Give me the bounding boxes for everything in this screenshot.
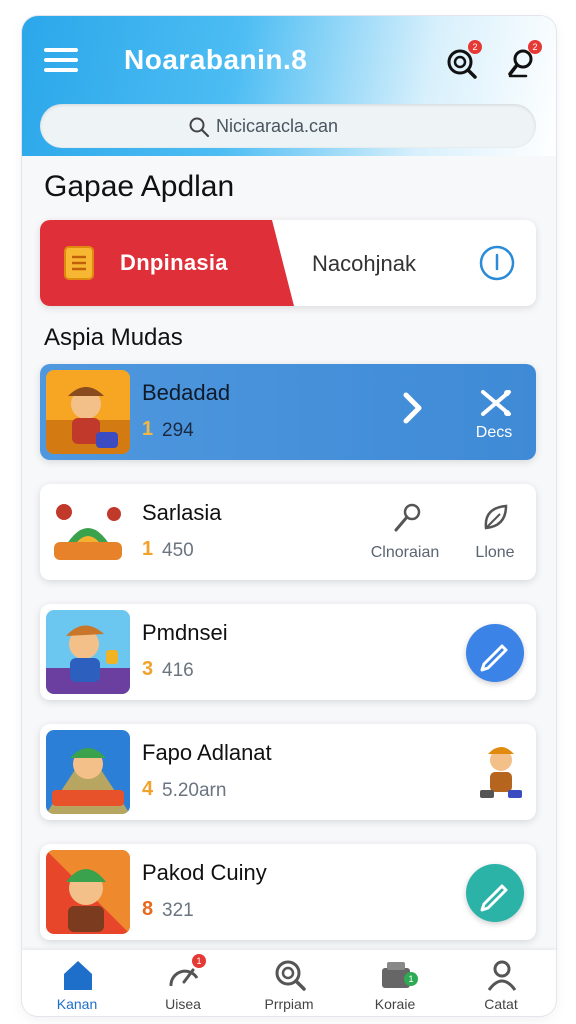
game-rank: 1	[142, 418, 154, 440]
nav-item-inbox[interactable]: 1 Koraie	[342, 950, 448, 1016]
game-count: 294	[162, 420, 194, 441]
game-card[interactable]: Pmdnsei 3 416	[40, 604, 536, 700]
nav-label: Kanan	[56, 996, 98, 1012]
section-subtitle: Aspia Mudas	[44, 324, 183, 351]
game-thumbnail	[46, 850, 130, 934]
hamburger-menu-icon[interactable]	[44, 48, 78, 74]
game-card[interactable]: Pakod Cuiny 8 321	[40, 844, 536, 940]
game-rank: 1	[142, 538, 154, 560]
nav-item-gauge[interactable]: 1 Uisea	[130, 950, 236, 1016]
home-icon	[64, 961, 92, 990]
nav-item-profile[interactable]: Catat	[448, 950, 554, 1016]
nav-item-home[interactable]: Kanan	[24, 950, 130, 1016]
bottom-nav: Kanan 1 Uisea Prrpiam 1 Koraie Catat	[22, 950, 556, 1016]
nav-label: Koraie	[374, 996, 416, 1012]
tab-active[interactable]: Dnpinasia	[40, 220, 294, 306]
game-count: 416	[162, 660, 194, 681]
app-header: Noarabanin.8 2 2	[22, 16, 556, 156]
game-name: Sarlasia	[142, 500, 222, 525]
game-name: Pmdnsei	[142, 620, 228, 645]
info-icon[interactable]	[478, 244, 516, 282]
pencil-icon	[480, 884, 508, 912]
action-label: Decs	[475, 424, 513, 441]
edit-fab-button[interactable]	[466, 864, 524, 922]
tab-inactive-label: Nacohjnak	[312, 251, 416, 276]
shuffle-icon[interactable]	[480, 388, 512, 418]
pencil-icon	[480, 644, 508, 672]
game-rank: 8	[142, 898, 154, 920]
game-thumbnail	[46, 610, 130, 694]
game-thumbnail	[46, 370, 130, 454]
game-name: Fapo Adlanat	[142, 740, 272, 765]
search-input[interactable]	[216, 104, 516, 148]
game-count: 5.20arn	[162, 780, 227, 801]
profile-icon	[487, 960, 517, 991]
tab-active-label: Dnpinasia	[120, 250, 228, 275]
game-name: Pakod Cuiny	[142, 860, 267, 885]
game-name: Bedadad	[142, 380, 231, 405]
search-icon	[189, 117, 210, 138]
notification-badge: 2	[468, 40, 482, 54]
notification-badge: 2	[528, 40, 542, 54]
nav-label: Prrpiam	[264, 996, 314, 1012]
nav-item-search[interactable]: Prrpiam	[236, 950, 342, 1016]
leaf-icon[interactable]	[480, 502, 510, 534]
game-count: 321	[162, 900, 194, 921]
game-rank: 4	[142, 778, 154, 800]
game-card[interactable]: Bedadad 1 294 Decs	[40, 364, 536, 460]
character-icon	[480, 747, 522, 798]
game-count: 450	[162, 540, 194, 561]
edit-fab-button[interactable]	[466, 624, 524, 682]
app-title: Noarabanin.8	[124, 44, 308, 75]
game-rank: 3	[142, 658, 154, 680]
document-icon	[64, 246, 94, 280]
nav-label: Uisea	[165, 996, 201, 1012]
app-frame: Noarabanin.8 2 2 Gapae Apd	[22, 16, 556, 1016]
nav-label: Catat	[484, 996, 518, 1012]
chevron-right-icon[interactable]	[402, 392, 424, 424]
game-thumbnail	[46, 730, 130, 814]
action-label: Llone	[475, 544, 515, 561]
game-card[interactable]: Sarlasia 1 450 Clnoraian Llone	[40, 484, 536, 580]
notification-icon[interactable]: 2	[504, 40, 542, 80]
game-card[interactable]: Fapo Adlanat 4 5.20arn	[40, 724, 536, 820]
nav-badge: 1	[404, 972, 418, 986]
search-bar[interactable]	[40, 104, 536, 148]
category-tabs: Dnpinasia Nacohjnak	[40, 220, 536, 306]
game-thumbnail	[46, 490, 130, 574]
key-icon[interactable]	[392, 502, 422, 534]
page-title: Gapae Apdlan	[44, 170, 235, 203]
search-target-icon[interactable]: 2	[444, 40, 482, 80]
search-icon	[275, 960, 306, 991]
nav-badge: 1	[192, 954, 206, 968]
action-label: Clnoraian	[370, 544, 440, 561]
